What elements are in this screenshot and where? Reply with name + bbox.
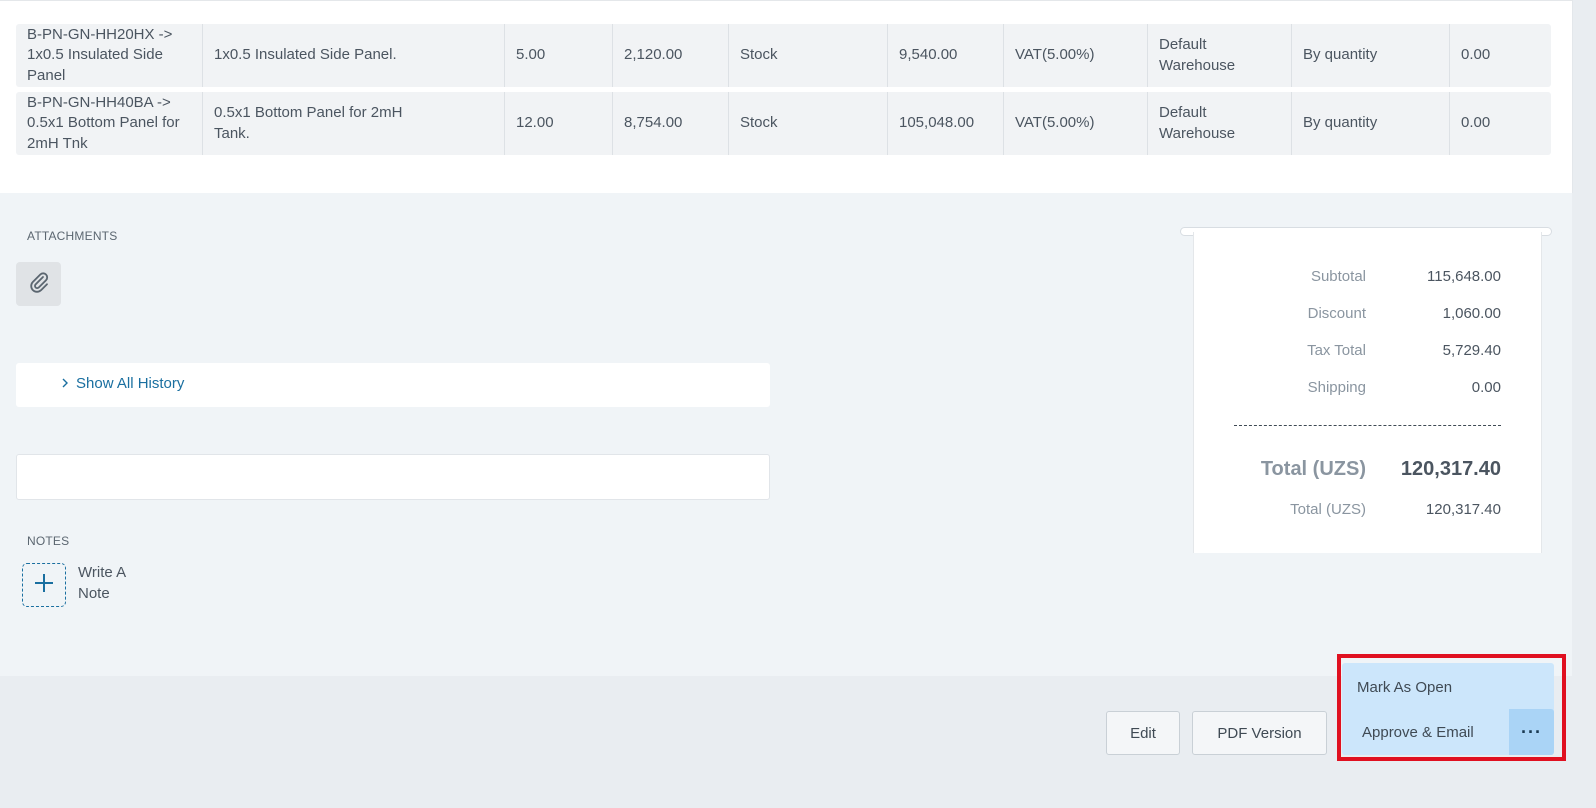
chevron-right-icon	[62, 375, 68, 392]
discount-type-cell: By quantity	[1291, 92, 1449, 155]
attach-file-button[interactable]	[16, 262, 61, 306]
total-row: Total (UZS) 120,317.40	[1194, 458, 1541, 486]
line-items-panel: B-PN-GN-HH20HX -> 1x0.5 Insulated Side P…	[0, 0, 1573, 193]
discount-type-cell: By quantity	[1291, 24, 1449, 87]
tax-row: Tax Total 5,729.40	[1194, 342, 1541, 364]
shipping-row: Shipping 0.00	[1194, 379, 1541, 401]
notes-label: NOTES	[27, 534, 70, 548]
discount-label: Discount	[1307, 305, 1366, 322]
quantity-cell: 12.00	[504, 92, 612, 155]
shipping-value: 0.00	[1471, 379, 1501, 396]
total-label: Total (UZS)	[1260, 458, 1366, 480]
rate-cell: 2,120.00	[612, 24, 728, 87]
quantity-cell: 5.00	[504, 24, 612, 87]
show-history-label: Show All History	[76, 375, 185, 392]
totals-summary: Subtotal 115,648.00 Discount 1,060.00 Ta…	[1193, 232, 1542, 559]
tax-value: 5,729.40	[1442, 342, 1501, 359]
tax-cell: VAT(5.00%)	[1003, 92, 1147, 155]
discount-cell: 0.00	[1449, 24, 1551, 87]
total-secondary-row: Total (UZS) 120,317.40	[1194, 501, 1541, 523]
description-cell: 1x0.5 Insulated Side Panel.	[202, 24, 504, 87]
paperclip-icon	[28, 270, 50, 299]
table-row[interactable]: B-PN-GN-HH40BA -> 0.5x1 Bottom Panel for…	[16, 92, 1551, 155]
tax-label: Tax Total	[1307, 342, 1366, 359]
subtotal-row: Subtotal 115,648.00	[1194, 268, 1541, 290]
subtotal-label: Subtotal	[1310, 268, 1366, 285]
pdf-version-button[interactable]: PDF Version	[1192, 711, 1327, 755]
tax-cell: VAT(5.00%)	[1003, 24, 1147, 87]
amount-cell: 9,540.00	[887, 24, 1003, 87]
add-note-button[interactable]	[22, 563, 66, 607]
receipt-edge	[1194, 551, 1541, 559]
shipping-label: Shipping	[1307, 379, 1366, 396]
rate-cell: 8,754.00	[612, 92, 728, 155]
discount-value: 1,060.00	[1442, 305, 1501, 322]
show-history-link[interactable]: Show All History	[62, 375, 184, 392]
total-value: 120,317.40	[1400, 458, 1501, 480]
description-cell: 0.5x1 Bottom Panel for 2mH Tank.	[202, 92, 504, 155]
total-secondary-label: Total (UZS)	[1290, 501, 1366, 518]
total-secondary-value: 120,317.40	[1425, 501, 1501, 518]
write-note-label[interactable]: Write A Note	[78, 562, 148, 604]
subtotal-value: 115,648.00	[1427, 268, 1501, 285]
discount-cell: 0.00	[1449, 92, 1551, 155]
amount-cell: 105,048.00	[887, 92, 1003, 155]
summary-divider	[1234, 425, 1501, 426]
panel-top-border	[0, 0, 1572, 1]
item-cell: B-PN-GN-HH20HX -> 1x0.5 Insulated Side P…	[27, 25, 173, 84]
warehouse-cell: Default Warehouse	[1147, 92, 1291, 155]
comment-box[interactable]	[16, 454, 770, 500]
edit-button[interactable]: Edit	[1106, 711, 1180, 755]
type-cell: Stock	[728, 24, 887, 87]
discount-row: Discount 1,060.00	[1194, 305, 1541, 327]
attachments-label: ATTACHMENTS	[27, 229, 118, 243]
table-row[interactable]: B-PN-GN-HH20HX -> 1x0.5 Insulated Side P…	[16, 24, 1551, 87]
item-cell: B-PN-GN-HH40BA -> 0.5x1 Bottom Panel for…	[27, 93, 180, 152]
plus-icon	[33, 571, 55, 599]
history-panel: Show All History	[16, 363, 770, 407]
warehouse-cell: Default Warehouse	[1147, 24, 1291, 87]
highlight-box	[1337, 654, 1566, 761]
type-cell: Stock	[728, 92, 887, 155]
